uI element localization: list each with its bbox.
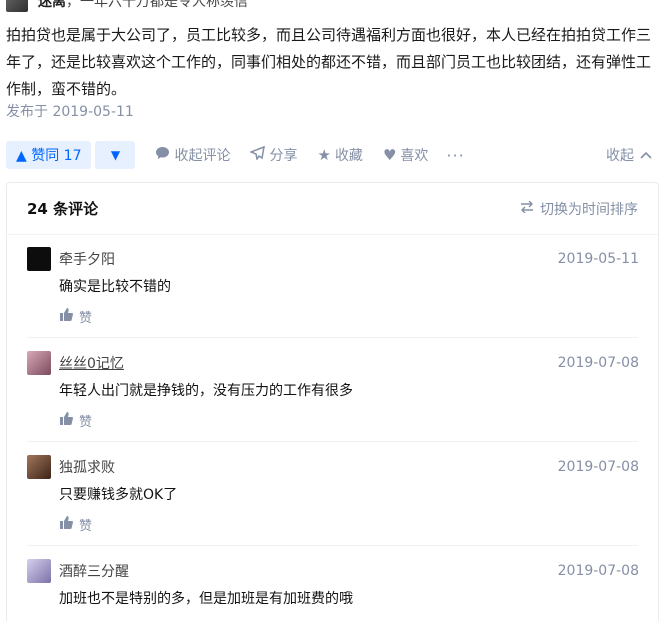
commenter-avatar[interactable] xyxy=(27,559,51,583)
comment-divider xyxy=(27,441,638,442)
favorite-button[interactable]: ★ 收藏 xyxy=(317,145,362,165)
like-label: 喜欢 xyxy=(400,148,429,164)
commenter-name[interactable]: 牵手夕阳 xyxy=(59,249,115,269)
share-button[interactable]: 分享 xyxy=(249,145,298,165)
comment-like-label: 赞 xyxy=(79,311,93,326)
comments-header: 24 条评论 切换为时间排序 xyxy=(7,183,658,235)
commenter-name[interactable]: 酒醉三分醒 xyxy=(59,561,129,581)
answer-body: 拍拍贷也是属于大公司了，员工比较多，而且公司待遇福利方面也很好，本人已经在拍拍贷… xyxy=(6,26,652,98)
answer-author: 迷离，一年六十万都是令人称羡信 xyxy=(6,0,248,12)
answer-date[interactable]: 发布于 2019-05-11 xyxy=(6,101,134,121)
chevron-up-icon xyxy=(640,147,652,163)
comment-like-label: 赞 xyxy=(79,415,93,430)
commenter-avatar[interactable] xyxy=(27,455,51,479)
comment-divider xyxy=(27,337,638,338)
comment-text: 年轻人出门就是挣钱的，没有压力的工作有很多 xyxy=(59,383,353,399)
comment-date: 2019-07-08 xyxy=(557,563,639,579)
comment-like-button[interactable]: 赞 xyxy=(59,515,639,534)
like-button[interactable]: ♥ 喜欢 xyxy=(383,145,428,165)
paper-plane-icon xyxy=(249,145,266,164)
comment-text: 加班也不是特别的多，但是加班是有加班费的哦 xyxy=(59,591,353,607)
share-label: 分享 xyxy=(269,148,298,164)
answer-actions: ▲ 赞同 17 ▼ 收起评论 分享 ★ 收藏 ♥ 喜欢 ··· 收起 xyxy=(6,140,656,170)
commenter-avatar[interactable] xyxy=(27,247,51,271)
comment-item: 酒醉三分醒 2019-07-08 加班也不是特别的多，但是加班是有加班费的哦 xyxy=(27,559,639,609)
comment-item: 丝丝0记忆 2019-07-08 年轻人出门就是挣钱的，没有压力的工作有很多 赞 xyxy=(27,351,639,430)
comment-icon xyxy=(155,146,170,164)
sort-toggle-label: 切换为时间排序 xyxy=(540,201,638,218)
comment-text: 确实是比较不错的 xyxy=(59,279,171,295)
collapse-label: 收起 xyxy=(606,148,634,164)
author-bio: 一年六十万都是令人称羡信 xyxy=(80,0,248,10)
comment-item: 牵手夕阳 2019-05-11 确实是比较不错的 赞 xyxy=(27,247,639,326)
star-icon: ★ xyxy=(317,146,331,164)
vote-up-button[interactable]: ▲ 赞同 17 xyxy=(6,141,92,169)
comment-date: 2019-07-08 xyxy=(557,355,639,371)
comment-item: 独孤求败 2019-07-08 只要赚钱多就OK了 赞 xyxy=(27,455,639,534)
comment-date: 2019-07-08 xyxy=(557,459,639,475)
comments-panel: 24 条评论 切换为时间排序 牵手夕阳 2019-05-11 确实是比较不错的 … xyxy=(6,182,659,621)
thumbs-up-icon xyxy=(59,412,74,429)
vote-down-button[interactable]: ▼ xyxy=(95,141,136,169)
comment-like-button[interactable]: 赞 xyxy=(59,307,639,326)
commenter-avatar[interactable] xyxy=(27,351,51,375)
comment-like-button[interactable]: 赞 xyxy=(59,411,639,430)
swap-icon xyxy=(520,200,534,217)
thumbs-up-icon xyxy=(59,308,74,325)
sort-toggle-button[interactable]: 切换为时间排序 xyxy=(520,199,638,219)
comments-count: 24 条评论 xyxy=(27,200,99,218)
commenter-name[interactable]: 独孤求败 xyxy=(59,457,115,477)
favorite-label: 收藏 xyxy=(334,148,363,164)
author-name[interactable]: 迷离 xyxy=(38,0,66,10)
comment-like-label: 赞 xyxy=(79,519,93,534)
collapse-comments-label: 收起评论 xyxy=(174,148,231,164)
more-options-button[interactable]: ··· xyxy=(446,146,464,165)
comment-text: 只要赚钱多就OK了 xyxy=(59,487,178,503)
heart-icon: ♥ xyxy=(382,146,397,164)
commenter-name[interactable]: 丝丝0记忆 xyxy=(59,353,124,373)
comment-divider xyxy=(27,545,638,546)
collapse-comments-button[interactable]: 收起评论 xyxy=(155,145,230,165)
thumbs-up-icon xyxy=(59,516,74,533)
collapse-answer-button[interactable]: 收起 xyxy=(606,145,652,165)
comment-date: 2019-05-11 xyxy=(557,251,639,267)
author-avatar[interactable] xyxy=(6,0,28,12)
